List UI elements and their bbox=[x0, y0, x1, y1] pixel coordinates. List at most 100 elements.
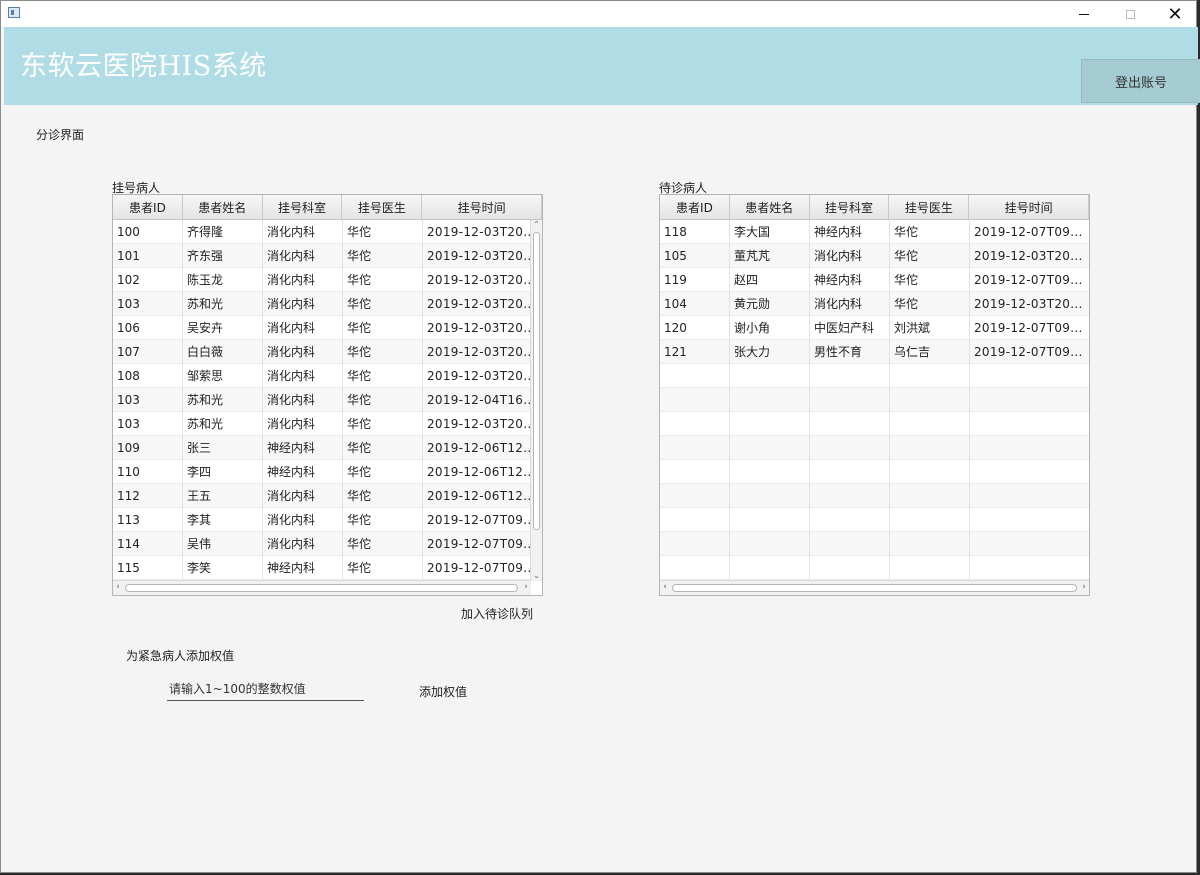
cell-patient-name: 张大力 bbox=[730, 340, 810, 363]
cell-doctor: 华佗 bbox=[343, 508, 423, 531]
scroll-right-icon[interactable]: › bbox=[1079, 581, 1089, 594]
cell-doctor: 华佗 bbox=[343, 268, 423, 291]
cell-reg-time: 2019-12-06T12... bbox=[423, 460, 542, 483]
cell-patient-id: 118 bbox=[660, 220, 730, 243]
column-header-patient-id[interactable]: 患者ID bbox=[113, 195, 183, 219]
table-row[interactable]: 107 白白薇 消化内科 华佗 2019-12-03T20... bbox=[113, 340, 542, 364]
scrollbar-thumb[interactable] bbox=[533, 232, 540, 530]
table-row[interactable]: 100 齐得隆 消化内科 华佗 2019-12-03T20... bbox=[113, 220, 542, 244]
column-header-patient-name[interactable]: 患者姓名 bbox=[183, 195, 263, 219]
scroll-right-icon[interactable]: › bbox=[521, 581, 531, 594]
cell-reg-time bbox=[970, 364, 1089, 387]
table-row[interactable]: 108 邹萦思 消化内科 华佗 2019-12-03T20... bbox=[113, 364, 542, 388]
column-header-patient-name[interactable]: 患者姓名 bbox=[730, 195, 810, 219]
cell-doctor: 华佗 bbox=[343, 388, 423, 411]
scroll-down-icon[interactable]: ⌄ bbox=[531, 571, 542, 581]
table-row[interactable]: 120 谢小角 中医妇产科 刘洪斌 2019-12-07T09... bbox=[660, 316, 1089, 340]
cell-reg-time: 2019-12-03T20... bbox=[423, 292, 542, 315]
cell-doctor bbox=[890, 508, 970, 531]
table-row[interactable] bbox=[660, 508, 1089, 532]
scroll-up-icon[interactable]: ⌃ bbox=[531, 220, 542, 230]
table-row[interactable]: 105 董芃芃 消化内科 华佗 2019-12-03T20... bbox=[660, 244, 1089, 268]
table-row[interactable]: 103 苏和光 消化内科 华佗 2019-12-03T20... bbox=[113, 292, 542, 316]
cell-doctor: 华佗 bbox=[343, 436, 423, 459]
scroll-left-icon[interactable]: ‹ bbox=[113, 581, 123, 594]
cell-patient-id: 120 bbox=[660, 316, 730, 339]
cell-patient-id: 112 bbox=[113, 484, 183, 507]
cell-department bbox=[810, 556, 890, 579]
cell-patient-name: 黄元勋 bbox=[730, 292, 810, 315]
scrollbar-thumb[interactable] bbox=[672, 584, 1077, 592]
cell-doctor: 华佗 bbox=[343, 292, 423, 315]
cell-department: 消化内科 bbox=[263, 388, 343, 411]
scroll-left-icon[interactable]: ‹ bbox=[660, 581, 670, 594]
add-weight-button[interactable]: 添加权值 bbox=[419, 683, 467, 700]
table-row[interactable]: 114 吴伟 消化内科 华佗 2019-12-07T09... bbox=[113, 532, 542, 556]
cell-department: 神经内科 bbox=[810, 268, 890, 291]
cell-patient-name bbox=[730, 484, 810, 507]
table-row[interactable]: 106 吴安卉 消化内科 华佗 2019-12-03T20... bbox=[113, 316, 542, 340]
cell-patient-id: 121 bbox=[660, 340, 730, 363]
table-row[interactable]: 101 齐东强 消化内科 华佗 2019-12-03T20... bbox=[113, 244, 542, 268]
cell-patient-name: 李其 bbox=[183, 508, 263, 531]
cell-patient-name bbox=[730, 532, 810, 555]
table-row[interactable] bbox=[660, 484, 1089, 508]
cell-department: 神经内科 bbox=[263, 436, 343, 459]
horizontal-scrollbar[interactable]: ‹ › bbox=[660, 580, 1089, 595]
logout-button[interactable]: 登出账号 bbox=[1081, 59, 1200, 103]
table-row[interactable] bbox=[660, 412, 1089, 436]
table-row[interactable] bbox=[660, 436, 1089, 460]
cell-reg-time: 2019-12-07T09... bbox=[970, 268, 1089, 291]
table-row[interactable]: 113 李其 消化内科 华佗 2019-12-07T09... bbox=[113, 508, 542, 532]
vertical-scrollbar[interactable]: ⌃ ⌄ bbox=[530, 220, 542, 581]
horizontal-scrollbar[interactable]: ‹ › bbox=[113, 580, 531, 595]
cell-reg-time: 2019-12-07T09... bbox=[970, 220, 1089, 243]
add-to-queue-button[interactable]: 加入待诊队列 bbox=[461, 605, 533, 622]
column-header-doctor[interactable]: 挂号医生 bbox=[889, 195, 970, 219]
table-header: 患者ID 患者姓名 挂号科室 挂号医生 挂号时间 bbox=[660, 195, 1089, 220]
table-row[interactable] bbox=[660, 460, 1089, 484]
table-row[interactable] bbox=[660, 556, 1089, 580]
column-header-reg-time[interactable]: 挂号时间 bbox=[969, 195, 1089, 219]
table-row[interactable]: 119 赵四 神经内科 华佗 2019-12-07T09... bbox=[660, 268, 1089, 292]
cell-department: 男性不育 bbox=[810, 340, 890, 363]
cell-patient-id: 119 bbox=[660, 268, 730, 291]
waiting-patients-table[interactable]: 患者ID 患者姓名 挂号科室 挂号医生 挂号时间 118 李大国 神经内科 华佗 2019-12… bbox=[659, 194, 1090, 596]
cell-patient-id bbox=[660, 508, 730, 531]
maximize-button[interactable] bbox=[1107, 1, 1153, 27]
column-header-department[interactable]: 挂号科室 bbox=[810, 195, 890, 219]
table-row[interactable]: 121 张大力 男性不育 乌仁吉 2019-12-07T09... bbox=[660, 340, 1089, 364]
cell-department: 神经内科 bbox=[263, 460, 343, 483]
cell-patient-id: 104 bbox=[660, 292, 730, 315]
cell-patient-id: 103 bbox=[113, 388, 183, 411]
cell-department bbox=[810, 364, 890, 387]
cell-patient-name bbox=[730, 460, 810, 483]
table-row[interactable]: 118 李大国 神经内科 华佗 2019-12-07T09... bbox=[660, 220, 1089, 244]
column-header-department[interactable]: 挂号科室 bbox=[263, 195, 343, 219]
table-row[interactable]: 102 陈玉龙 消化内科 华佗 2019-12-03T20... bbox=[113, 268, 542, 292]
cell-reg-time bbox=[970, 532, 1089, 555]
table-row[interactable] bbox=[660, 364, 1089, 388]
weight-input[interactable] bbox=[167, 677, 364, 701]
scrollbar-thumb[interactable] bbox=[125, 584, 518, 592]
column-header-patient-id[interactable]: 患者ID bbox=[660, 195, 730, 219]
column-header-doctor[interactable]: 挂号医生 bbox=[342, 195, 423, 219]
minimize-button[interactable] bbox=[1061, 1, 1107, 27]
table-row[interactable]: 103 苏和光 消化内科 华佗 2019-12-03T20... bbox=[113, 412, 542, 436]
column-header-reg-time[interactable]: 挂号时间 bbox=[422, 195, 542, 219]
cell-doctor: 华佗 bbox=[890, 292, 970, 315]
table-row[interactable] bbox=[660, 532, 1089, 556]
table-row[interactable]: 103 苏和光 消化内科 华佗 2019-12-04T16... bbox=[113, 388, 542, 412]
table-row[interactable]: 110 李四 神经内科 华佗 2019-12-06T12... bbox=[113, 460, 542, 484]
table-body: 118 李大国 神经内科 华佗 2019-12-07T09... 105 董芃芃 消化内科 华佗… bbox=[660, 220, 1089, 580]
table-row[interactable] bbox=[660, 388, 1089, 412]
table-row[interactable]: 109 张三 神经内科 华佗 2019-12-06T12... bbox=[113, 436, 542, 460]
registered-patients-table[interactable]: 患者ID 患者姓名 挂号科室 挂号医生 挂号时间 100 齐得隆 消化内科 华佗 2019-12… bbox=[112, 194, 543, 596]
table-row[interactable]: 104 黄元勋 消化内科 华佗 2019-12-03T20... bbox=[660, 292, 1089, 316]
close-button[interactable]: ✕ bbox=[1152, 1, 1198, 27]
cell-patient-id: 102 bbox=[113, 268, 183, 291]
table-row[interactable]: 112 王五 消化内科 华佗 2019-12-06T12... bbox=[113, 484, 542, 508]
cell-patient-id bbox=[660, 556, 730, 579]
cell-patient-name: 李笑 bbox=[183, 556, 263, 579]
table-row[interactable]: 115 李笑 神经内科 华佗 2019-12-07T09... bbox=[113, 556, 542, 580]
